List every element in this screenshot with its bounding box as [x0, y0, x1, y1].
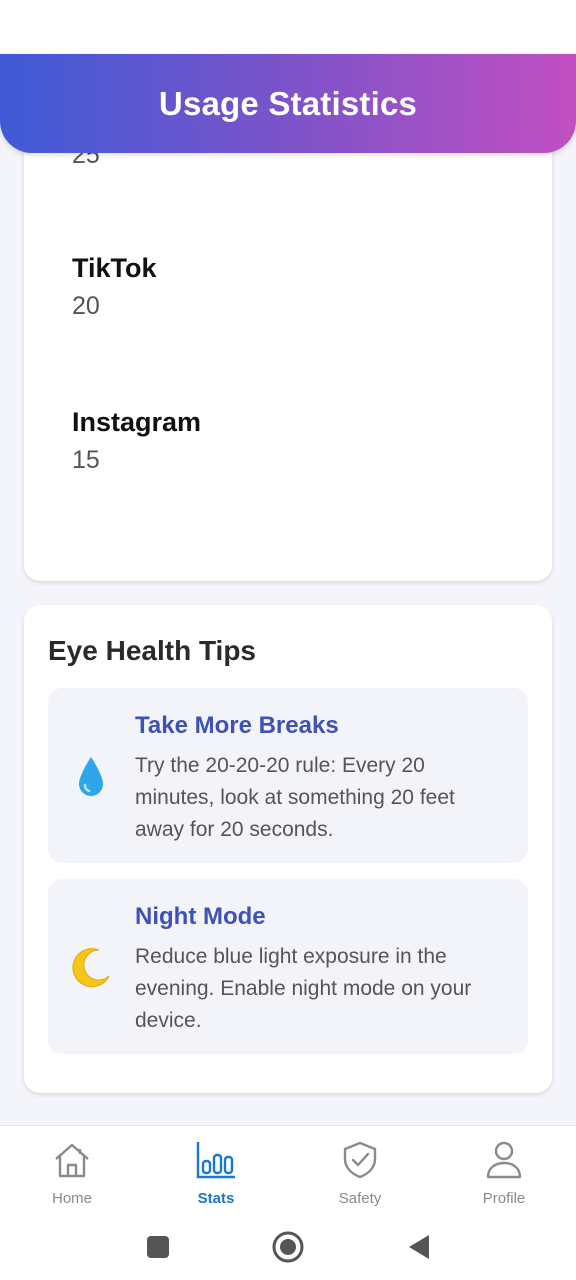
nav-item-stats[interactable]: Stats: [144, 1126, 288, 1215]
app-usage-count: 25: [72, 153, 100, 169]
status-bar: [0, 0, 576, 54]
stats-scroll-area[interactable]: 25 TikTok 20 Instagram 15 Eye Health Tip…: [0, 153, 576, 1125]
nav-label: Stats: [197, 1190, 235, 1207]
system-navigation-bar: [0, 1215, 576, 1280]
tip-night-mode: Night Mode Reduce blue light exposure in…: [48, 879, 528, 1054]
tip-take-more-breaks: Take More Breaks Try the 20-20-20 rule: …: [48, 688, 528, 863]
nav-item-profile[interactable]: Profile: [432, 1126, 576, 1215]
person-icon: [482, 1138, 526, 1182]
home-icon: [50, 1138, 94, 1182]
recent-apps-icon[interactable]: [140, 1229, 176, 1265]
crescent-moon-icon: [68, 945, 114, 991]
nav-label: Profile: [482, 1190, 526, 1207]
droplet-icon: [68, 754, 114, 800]
app-name: Instagram: [72, 407, 202, 437]
app-header: Usage Statistics: [0, 54, 576, 153]
tip-body: Reduce blue light exposure in the evenin…: [135, 945, 472, 1032]
eye-health-tips-card: Eye Health Tips Take More Breaks Try the…: [24, 605, 552, 1093]
nav-label: Home: [51, 1190, 92, 1207]
tip-body: Try the 20-20-20 rule: Every 20 minutes,…: [135, 754, 455, 841]
shield-check-icon: [338, 1138, 382, 1182]
home-circle-icon[interactable]: [270, 1229, 306, 1265]
app-usage-item: Instagram 15: [72, 407, 201, 475]
bottom-navigation: Home Stats Safety Profile: [0, 1125, 576, 1215]
tips-section-title: Eye Health Tips: [48, 635, 257, 666]
app-usage-card: 25 TikTok 20 Instagram 15: [24, 153, 552, 581]
app-usage-count: 15: [72, 446, 100, 474]
app-usage-item: TikTok 20: [72, 253, 157, 321]
tip-title: Take More Breaks: [135, 712, 339, 739]
app-usage-item: 25: [72, 153, 100, 170]
tip-title: Night Mode: [135, 903, 266, 930]
nav-item-home[interactable]: Home: [0, 1126, 144, 1215]
app-name: TikTok: [72, 253, 157, 283]
back-triangle-icon[interactable]: [400, 1229, 436, 1265]
app-usage-count: 20: [72, 292, 100, 320]
nav-item-safety[interactable]: Safety: [288, 1126, 432, 1215]
bar-chart-icon: [194, 1138, 238, 1182]
nav-label: Safety: [338, 1190, 382, 1207]
page-title: Usage Statistics: [158, 84, 418, 122]
